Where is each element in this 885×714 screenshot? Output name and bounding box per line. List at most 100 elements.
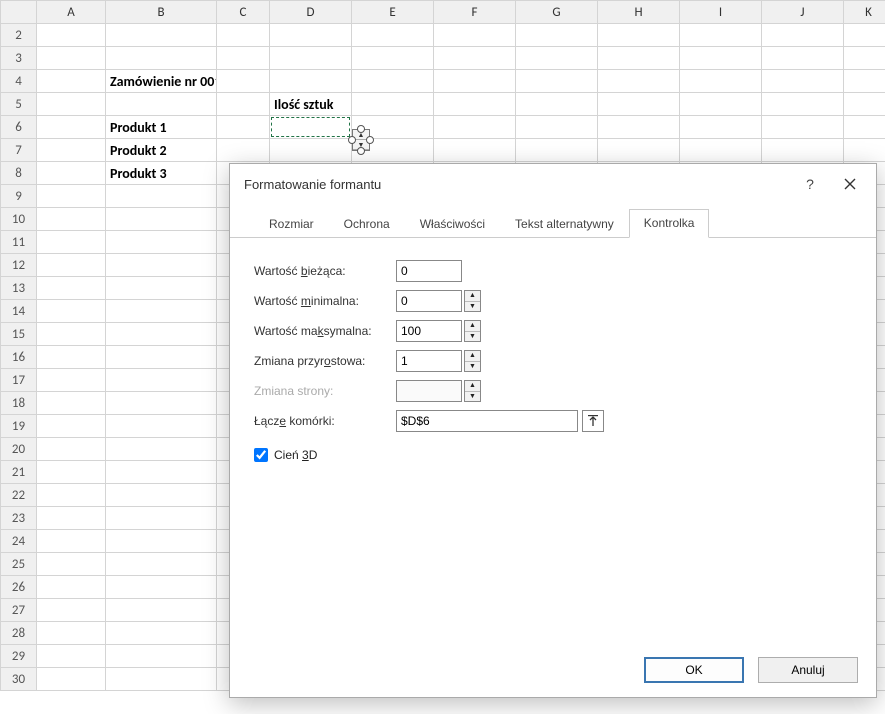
cell[interactable] [37,461,106,484]
cell[interactable] [680,139,762,162]
cell[interactable] [434,24,516,47]
cell[interactable] [106,346,217,369]
cell[interactable] [37,576,106,599]
row-header[interactable]: 29 [1,645,37,668]
col-header[interactable]: K [844,1,885,24]
col-header[interactable]: G [516,1,598,24]
cell[interactable] [844,24,885,47]
col-header[interactable]: D [270,1,352,24]
row-header[interactable]: 18 [1,392,37,415]
row-header[interactable]: 17 [1,369,37,392]
cell[interactable] [434,47,516,70]
row-header[interactable]: 7 [1,139,37,162]
cell[interactable] [217,93,270,116]
cell[interactable] [598,139,680,162]
col-header[interactable]: F [434,1,516,24]
cell[interactable] [217,24,270,47]
col-header[interactable]: A [37,1,106,24]
dialog-titlebar[interactable]: Formatowanie formantu ? [230,164,876,204]
corner-cell[interactable] [1,1,37,24]
cell[interactable] [844,70,885,93]
row-header[interactable]: 25 [1,553,37,576]
row-header[interactable]: 22 [1,484,37,507]
cell[interactable] [37,622,106,645]
cell[interactable] [37,507,106,530]
increment-input[interactable] [396,350,462,372]
cell[interactable] [352,93,434,116]
cell[interactable] [270,70,352,93]
col-header[interactable]: H [598,1,680,24]
row-header[interactable]: 20 [1,438,37,461]
cell[interactable] [217,116,270,139]
row-header[interactable]: 8 [1,162,37,185]
increment-spinner[interactable]: ▲▼ [464,350,481,372]
cell[interactable] [106,645,217,668]
row-header[interactable]: 21 [1,461,37,484]
ok-button[interactable]: OK [644,657,744,683]
cell[interactable] [106,484,217,507]
row-header[interactable]: 13 [1,277,37,300]
row-header[interactable]: 15 [1,323,37,346]
cell[interactable] [37,93,106,116]
row-header[interactable]: 3 [1,47,37,70]
max-spinner[interactable]: ▲▼ [464,320,481,342]
cell[interactable] [37,24,106,47]
row-header[interactable]: 14 [1,300,37,323]
cell[interactable] [106,438,217,461]
row-header[interactable]: 19 [1,415,37,438]
row-header[interactable]: 27 [1,599,37,622]
cell[interactable] [516,47,598,70]
cell-b4[interactable]: Zamówienie nr 001 [106,70,217,93]
cell[interactable] [106,415,217,438]
cell[interactable] [217,70,270,93]
min-value-input[interactable] [396,290,462,312]
spin-button-control[interactable]: ▲ ▼ [352,129,374,155]
cell[interactable] [844,116,885,139]
col-header[interactable]: B [106,1,217,24]
cell[interactable] [680,93,762,116]
row-header[interactable]: 23 [1,507,37,530]
cell[interactable] [516,116,598,139]
cell[interactable] [270,47,352,70]
cell[interactable] [217,47,270,70]
cell[interactable] [106,231,217,254]
cell[interactable] [106,668,217,691]
cell[interactable] [434,139,516,162]
cell[interactable] [844,47,885,70]
cell[interactable] [844,93,885,116]
cell[interactable] [516,24,598,47]
cell[interactable] [37,553,106,576]
cell[interactable] [762,139,844,162]
cell[interactable] [516,93,598,116]
cell[interactable] [106,277,217,300]
cell[interactable] [762,70,844,93]
cell[interactable] [106,530,217,553]
cell[interactable] [106,622,217,645]
row-header[interactable]: 24 [1,530,37,553]
tab-properties[interactable]: Właściwości [405,210,500,238]
cell[interactable] [516,139,598,162]
row-header[interactable]: 30 [1,668,37,691]
cell[interactable] [270,139,352,162]
cell[interactable] [37,392,106,415]
cell[interactable] [37,346,106,369]
tab-control[interactable]: Kontrolka [629,209,710,238]
tab-size[interactable]: Rozmiar [254,210,329,238]
cell-b6[interactable]: Produkt 1 [106,116,217,139]
col-header[interactable]: J [762,1,844,24]
cell[interactable] [37,254,106,277]
cell[interactable] [680,70,762,93]
cell[interactable] [37,208,106,231]
cell[interactable] [106,300,217,323]
cell[interactable] [598,47,680,70]
col-header[interactable]: C [217,1,270,24]
row-header[interactable]: 12 [1,254,37,277]
cell[interactable] [217,139,270,162]
cell-d5[interactable]: Ilość sztuk [270,93,352,116]
row-header[interactable]: 4 [1,70,37,93]
current-value-input[interactable] [396,260,462,282]
resize-handle[interactable] [348,136,356,144]
cell[interactable] [270,24,352,47]
cell[interactable] [680,47,762,70]
cell[interactable] [106,461,217,484]
